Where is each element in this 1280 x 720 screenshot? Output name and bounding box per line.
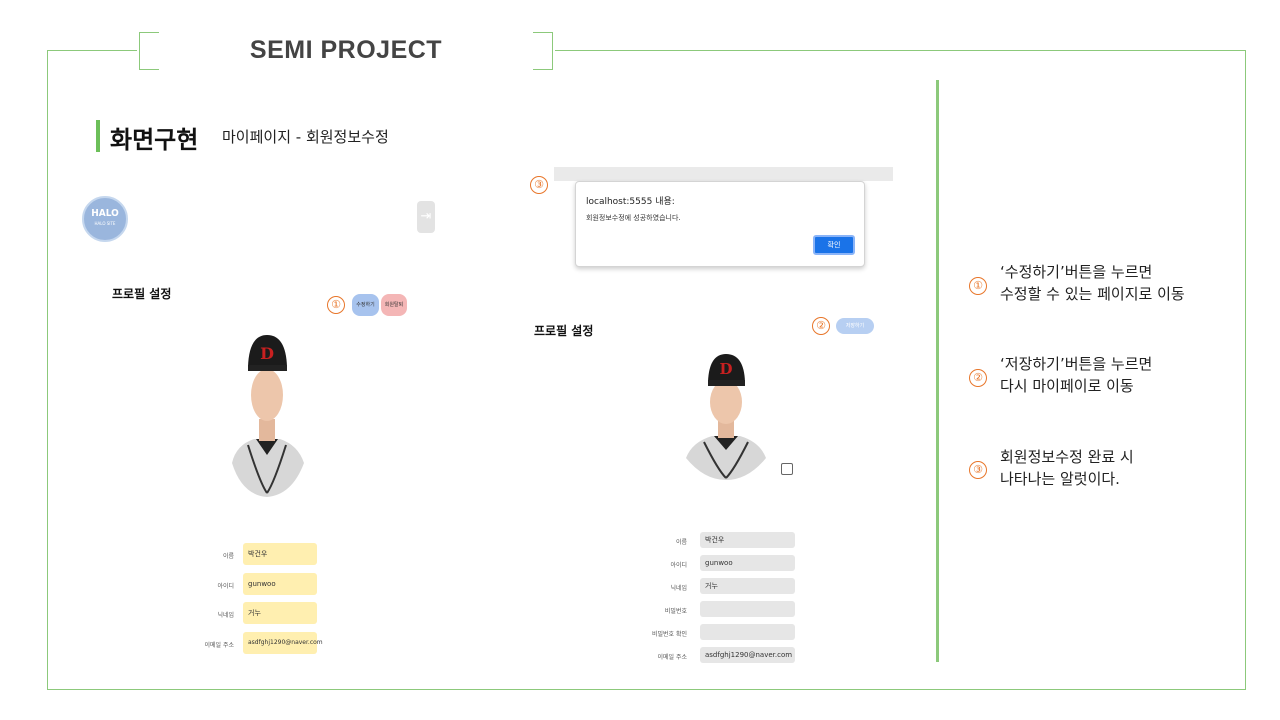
alert-ok-button[interactable]: 확인 (813, 235, 855, 255)
section-subtitle: 마이페이지 - 회원정보수정 (222, 128, 389, 146)
email-field[interactable]: asdfghj1290@naver.com (243, 632, 323, 654)
marker-1: ① (327, 296, 345, 314)
halo-logo[interactable]: HALO HALO SITE (82, 196, 128, 242)
label-email-r: 이메일 주소 (657, 654, 687, 661)
profile-photo-right: D (686, 354, 766, 480)
label-nickname-r: 닉네임 (670, 585, 687, 592)
section-bar (96, 120, 100, 152)
note-1: ‘수정하기’버튼을 누르면 수정할 수 있는 페이지로 이동 (1000, 261, 1185, 305)
password-confirm-field[interactable] (700, 624, 795, 640)
alert-message: 회원정보수정에 성공하였습니다. (586, 214, 681, 222)
logo-text: HALO (91, 208, 119, 219)
alert-title: localhost:5555 내용: (586, 197, 675, 207)
label-email: 이메일 주소 (204, 642, 234, 649)
browser-strip (554, 167, 893, 181)
section-title: 화면구현 (110, 126, 199, 154)
name-field[interactable]: 박건우 (243, 543, 317, 565)
nickname-field[interactable]: 거누 (243, 602, 317, 624)
title-bracket-left (139, 32, 159, 70)
label-password: 비밀번호 (664, 608, 687, 615)
note-3-line1: 회원정보수정 완료 시 (1000, 448, 1134, 466)
vertical-divider (936, 80, 939, 662)
id-field-r[interactable]: gunwoo (700, 555, 795, 571)
title-bracket-right (533, 32, 553, 70)
nickname-field-r[interactable]: 거누 (700, 578, 795, 594)
note-2: ‘저장하기’버튼을 누르면 다시 마이페이로 이동 (1000, 353, 1152, 397)
password-field[interactable] (700, 601, 795, 617)
label-id: 아이디 (217, 583, 234, 590)
label-nickname: 닉네임 (217, 612, 234, 619)
email-field-r[interactable]: asdfghj1290@naver.com (700, 647, 795, 663)
svg-text:D: D (260, 344, 274, 363)
note-marker-3: ③ (969, 461, 987, 479)
note-1-line1: ‘수정하기’버튼을 누르면 (1000, 263, 1153, 281)
logo-subtext: HALO SITE (94, 221, 116, 226)
svg-text:D: D (719, 360, 732, 378)
profile-title-left: 프로필 설정 (112, 287, 172, 301)
logout-icon: ⇥ (420, 209, 432, 224)
id-field[interactable]: gunwoo (243, 573, 317, 595)
label-name-r: 이름 (675, 539, 687, 546)
name-field-r[interactable]: 박건우 (700, 532, 795, 548)
profile-title-right: 프로필 설정 (534, 324, 594, 338)
withdraw-button[interactable]: 회원탈퇴 (381, 294, 407, 316)
marker-3: ③ (530, 176, 548, 194)
note-3-line2: 나타나는 알럿이다. (1000, 470, 1120, 488)
label-password-confirm: 비밀번호 확인 (651, 631, 687, 638)
save-button[interactable]: 저장하기 (836, 318, 874, 334)
note-1-line2: 수정할 수 있는 페이지로 이동 (1000, 285, 1185, 303)
note-marker-1: ① (969, 277, 987, 295)
label-id-r: 아이디 (670, 562, 687, 569)
edit-photo-icon[interactable] (781, 463, 793, 475)
profile-photo-left: D (232, 335, 304, 497)
note-2-line2: 다시 마이페이로 이동 (1000, 377, 1134, 395)
note-3: 회원정보수정 완료 시 나타나는 알럿이다. (1000, 446, 1134, 490)
logout-button[interactable]: ⇥ (417, 201, 435, 233)
note-2-line1: ‘저장하기’버튼을 누르면 (1000, 355, 1153, 373)
edit-button[interactable]: 수정하기 (352, 294, 379, 316)
label-name: 이름 (222, 553, 234, 560)
marker-2: ② (812, 317, 830, 335)
note-marker-2: ② (969, 369, 987, 387)
alert-dialog: localhost:5555 내용: 회원정보수정에 성공하였습니다. 확인 (575, 181, 865, 267)
slide-title: SEMI PROJECT (249, 36, 443, 64)
